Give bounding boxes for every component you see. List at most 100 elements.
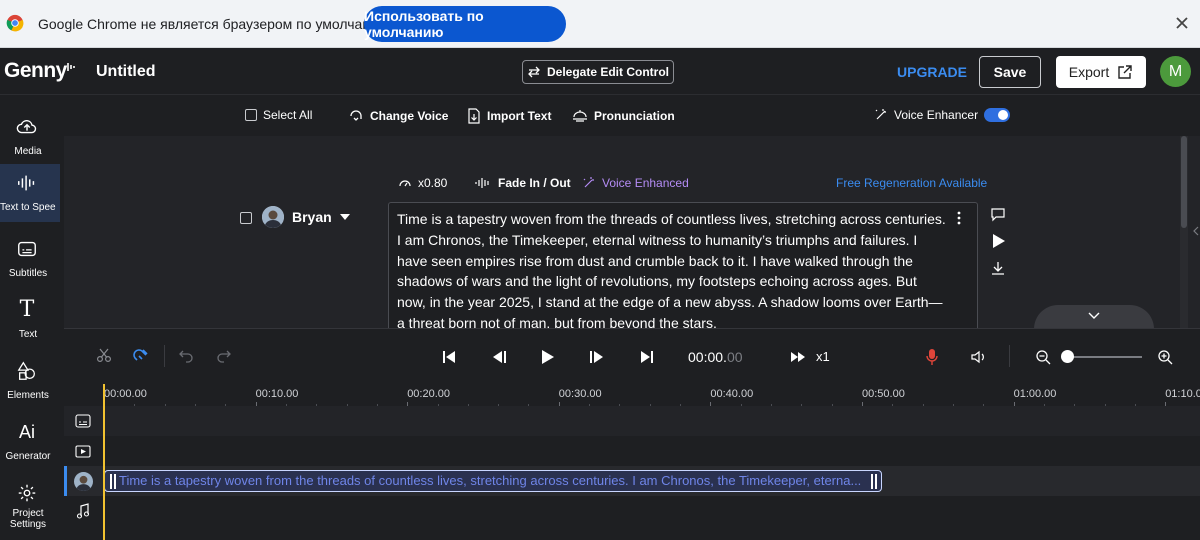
sidebar-item-project-settings[interactable]: Project Settings [0,474,60,540]
app-header: Genny Untitled Delegate Edit Control UPG… [0,49,1200,95]
swap-icon [528,66,540,78]
download-icon[interactable] [990,260,1006,276]
import-text-button[interactable]: Import Text [467,108,551,124]
block-select-checkbox[interactable] [240,212,252,224]
magic-wand-icon [875,109,886,120]
subtitles-icon [75,414,91,428]
user-avatar[interactable]: M [1160,56,1191,87]
playback-time: 00:00.00 [688,349,743,365]
subtitles-icon [18,241,36,257]
undo-icon[interactable] [178,347,194,363]
export-button[interactable]: Export [1056,56,1146,88]
skip-to-start-icon[interactable] [443,350,456,364]
ruler-label: 00:00.00 [104,388,147,400]
scrollbar-thumb[interactable] [1181,136,1187,228]
chrome-logo-icon [6,14,24,32]
fade-waveform-icon [475,178,489,188]
sidebar-item-subtitles[interactable]: Subtitles [0,230,60,288]
text-icon: T [19,297,35,322]
zoom-in-icon[interactable] [1157,349,1173,365]
export-label: Export [1068,64,1110,80]
step-back-icon[interactable] [491,350,506,364]
left-sidebar: Media Text to Speech Subtitles T Text El… [0,96,64,540]
fade-control[interactable]: Fade In / Out [474,176,571,190]
change-voice-button[interactable]: Change Voice [348,108,448,124]
pronunciation-icon [573,110,587,122]
select-all-checkbox[interactable]: Select All [245,108,312,122]
zoom-slider-track[interactable] [1070,356,1142,358]
sidebar-item-text[interactable]: T Text [0,291,60,349]
save-button[interactable]: Save [979,56,1041,88]
redo-icon[interactable] [216,347,232,363]
zoom-out-icon[interactable] [1035,349,1051,365]
speaker-selector[interactable]: Bryan [262,206,350,228]
delegate-edit-control-button[interactable]: Delegate Edit Control [522,60,674,84]
sidebar-item-elements[interactable]: Elements [0,352,60,410]
divider [1009,345,1010,367]
ruler-label: 00:20.00 [407,388,451,400]
cloud-upload-icon [16,120,37,134]
sidebar-item-label: Subtitles [8,268,48,279]
voice-clip[interactable]: Time is a tapestry woven from the thread… [104,470,882,492]
upgrade-link[interactable]: UPGRADE [897,64,967,80]
voice-enhancer-toggle[interactable] [984,108,1011,122]
playhead[interactable] [103,384,105,540]
volume-icon[interactable] [970,349,988,365]
fast-forward-icon [791,351,805,362]
play-block-icon[interactable] [992,233,1006,249]
magnet-icon[interactable] [132,347,150,365]
clip-trim-handle-left[interactable] [110,474,112,489]
sidebar-item-label: Media [14,146,42,157]
track-video[interactable] [64,436,1200,466]
editor-toolbar: Select All Change Voice Import Text Pron… [64,96,1200,136]
collapse-editor-tab[interactable] [1034,305,1154,329]
voice-enhancer-label: Voice Enhancer [894,108,979,122]
share-icon [1118,65,1132,79]
skip-to-end-icon[interactable] [640,350,653,364]
playback-speed[interactable]: x1 [790,349,830,364]
play-icon[interactable] [541,349,555,365]
pronunciation-button[interactable]: Pronunciation [572,108,675,124]
script-text[interactable]: Time is a tapestry woven from the thread… [397,209,949,328]
infobar-message: Google Chrome не является браузером по у… [38,16,393,32]
track-subtitles[interactable] [64,406,1200,436]
clip-trim-handle-right[interactable] [871,474,873,489]
free-regeneration-notice: Free Regeneration Available [836,176,988,190]
chevron-down-icon [1088,312,1100,319]
step-forward-icon[interactable] [590,350,605,364]
genny-logo[interactable]: Genny [4,59,67,83]
import-text-label: Import Text [487,109,552,123]
waveform-icon [18,175,35,191]
scissors-icon[interactable] [96,347,112,363]
script-editor: x0.80 Fade In / Out Voice Enhanced Free … [64,136,1200,328]
person-icon [262,206,284,228]
file-import-icon [468,108,480,124]
sidebar-item-label: Elements [7,390,49,401]
comment-icon[interactable] [990,206,1006,222]
track-music[interactable] [64,496,1200,526]
speedometer-icon [399,180,411,187]
microphone-icon[interactable] [926,348,938,366]
time-fraction: 00 [726,349,743,365]
ruler-label: 01:10.00 [1165,388,1200,400]
zoom-slider-handle[interactable] [1061,350,1074,363]
speed-label: x1 [816,349,830,364]
chevron-left-icon[interactable] [1193,226,1199,236]
more-vertical-icon[interactable] [957,211,961,225]
set-default-button[interactable]: Использовать по умолчанию [364,6,566,42]
script-text-box[interactable]: Time is a tapestry woven from the thread… [388,202,978,328]
person-icon [74,472,93,491]
sidebar-item-label: Generator [5,451,51,462]
sidebar-item-media[interactable]: Media [0,108,60,166]
divider [164,345,165,367]
sidebar-item-generator[interactable]: Ai Generator [0,413,60,471]
close-icon[interactable] [1172,13,1192,33]
voice-icon [350,110,362,121]
sidebar-item-text-to-speech[interactable]: Text to Speech [0,164,60,222]
checkbox-box [245,109,257,121]
chevron-down-icon [339,214,350,220]
editor-scrollbar[interactable] [1180,136,1188,328]
document-title[interactable]: Untitled [96,63,156,81]
voice-enhanced-label: Voice Enhanced [602,176,689,190]
speed-control[interactable]: x0.80 [398,176,447,190]
